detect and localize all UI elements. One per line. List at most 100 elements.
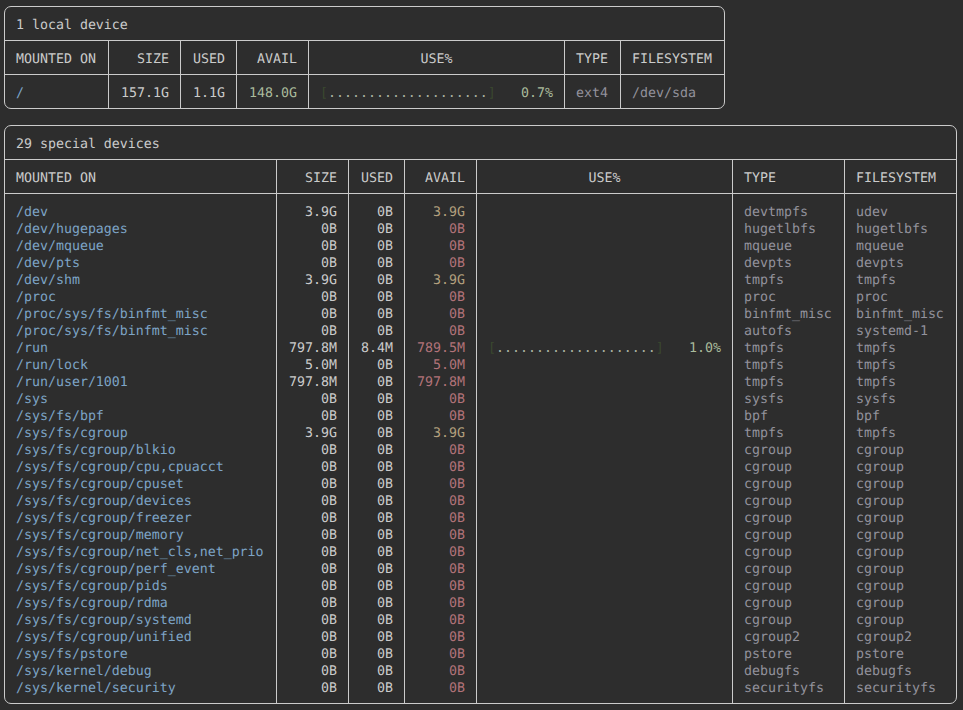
fs-type: cgroup: [744, 510, 844, 527]
fs-type: proc: [744, 289, 844, 306]
avail-value: 0B: [405, 476, 465, 493]
size-value: 0B: [277, 255, 337, 272]
usage-cell: [477, 425, 732, 442]
usage-cell: [477, 476, 732, 493]
usage-cell: [477, 578, 732, 595]
usage-cell: [477, 527, 732, 544]
size-value: 0B: [277, 578, 337, 595]
size-value: 0B: [277, 493, 337, 510]
avail-value: 3.9G: [405, 204, 465, 221]
used-value: 0B: [349, 493, 393, 510]
used-value: 0B: [349, 272, 393, 289]
mount-point: /dev: [16, 204, 276, 221]
fs-type: securityfs: [744, 680, 844, 697]
filesystem: cgroup: [856, 510, 956, 527]
mount-point: /run/lock: [16, 357, 276, 374]
usage-bar: [....................]: [320, 85, 496, 102]
filesystem: proc: [856, 289, 956, 306]
mount-point: /sys/fs/cgroup/devices: [16, 493, 276, 510]
usage-cell: [477, 408, 732, 425]
avail-value: 0B: [405, 646, 465, 663]
avail-value: 0B: [405, 680, 465, 697]
size-value: 0B: [277, 238, 337, 255]
column-header-avail: AVAIL: [237, 41, 309, 74]
usage-cell: [477, 544, 732, 561]
filesystem: cgroup: [856, 561, 956, 578]
avail-value: 0B: [405, 544, 465, 561]
avail-value: 0B: [405, 306, 465, 323]
usage-cell: [477, 238, 732, 255]
filesystem: cgroup: [856, 595, 956, 612]
avail-value: 0B: [405, 561, 465, 578]
type-column: devtmpfshugetlbfsmqueuedevptstmpfsprocbi…: [733, 194, 845, 703]
size-value: 0B: [277, 612, 337, 629]
avail-value: 0B: [405, 527, 465, 544]
mount-point: /proc/sys/fs/binfmt_misc: [16, 323, 276, 340]
usage-bar-open-bracket: [: [488, 341, 496, 356]
size-column: 3.9G0B0B0B3.9G0B0B0B797.8M5.0M797.8M0B0B…: [277, 194, 349, 703]
usage-bar-dots: ....................: [328, 86, 488, 101]
usage-cell: [477, 663, 732, 680]
usage-bar-close-bracket: ]: [656, 341, 664, 356]
size-value: 0B: [277, 646, 337, 663]
fs-type: cgroup: [744, 459, 844, 476]
usage-cell: [477, 357, 732, 374]
column-header-type: TYPE: [733, 160, 845, 193]
size-value: 3.9G: [277, 272, 337, 289]
usage-percent: 0.7%: [521, 85, 553, 102]
mount-point: /sys/fs/pstore: [16, 646, 276, 663]
used-value: 0B: [349, 425, 393, 442]
avail-value: 3.9G: [405, 272, 465, 289]
used-value: 0B: [349, 510, 393, 527]
mount-point: /proc/sys/fs/binfmt_misc: [16, 306, 276, 323]
filesystem: cgroup: [856, 544, 956, 561]
usage-cell: [477, 459, 732, 476]
mount-point: /sys/fs/cgroup/memory: [16, 527, 276, 544]
mount-point: /proc: [16, 289, 276, 306]
mount-point: /sys/fs/cgroup/cpu,cpuacct: [16, 459, 276, 476]
used-value: 0B: [349, 612, 393, 629]
used-value: 0B: [349, 476, 393, 493]
used-value: 0B: [349, 221, 393, 238]
size-value: 0B: [277, 221, 337, 238]
size-value: 5.0M: [277, 357, 337, 374]
mount-point: /dev/pts: [16, 255, 276, 272]
filesystem: cgroup: [856, 578, 956, 595]
fs-type: cgroup: [744, 612, 844, 629]
used-value: 8.4M: [349, 340, 393, 357]
avail-value: 0B: [405, 255, 465, 272]
used-value: 0B: [349, 374, 393, 391]
used-value: 1.1G: [181, 85, 225, 102]
fs-type: tmpfs: [744, 374, 844, 391]
filesystem: cgroup: [856, 612, 956, 629]
fs-type: bpf: [744, 408, 844, 425]
fs-type: cgroup: [744, 578, 844, 595]
used-column: 1.1G: [181, 75, 237, 108]
used-value: 0B: [349, 442, 393, 459]
size-value: 0B: [277, 561, 337, 578]
column-header-use-percent: USE%: [309, 41, 565, 74]
usage-percent: 1.0%: [689, 340, 721, 357]
usage-cell: [477, 493, 732, 510]
terminal-screen: { "terminal": { "background": "#2d2d2d",…: [0, 0, 963, 710]
fs-type: sysfs: [744, 391, 844, 408]
use-percent-column: [....................] 0.7%: [309, 75, 565, 108]
used-value: 0B: [349, 238, 393, 255]
fs-type: tmpfs: [744, 425, 844, 442]
size-value: 0B: [277, 629, 337, 646]
size-value: 0B: [277, 680, 337, 697]
avail-value: 0B: [405, 578, 465, 595]
mount-point: /sys/fs/bpf: [16, 408, 276, 425]
column-header-mounted-on: MOUNTED ON: [5, 41, 109, 74]
fs-type: devpts: [744, 255, 844, 272]
usage-cell: [477, 306, 732, 323]
filesystem: /dev/sda: [632, 85, 724, 102]
column-header-size: SIZE: [277, 160, 349, 193]
size-value: 0B: [277, 391, 337, 408]
avail-value: 0B: [405, 663, 465, 680]
usage-cell: [477, 272, 732, 289]
usage-cell: [477, 680, 732, 697]
filesystem: cgroup: [856, 476, 956, 493]
avail-value: 0B: [405, 408, 465, 425]
special-table-header-row: MOUNTED ON SIZE USED AVAIL USE% TYPE FIL…: [5, 160, 956, 194]
